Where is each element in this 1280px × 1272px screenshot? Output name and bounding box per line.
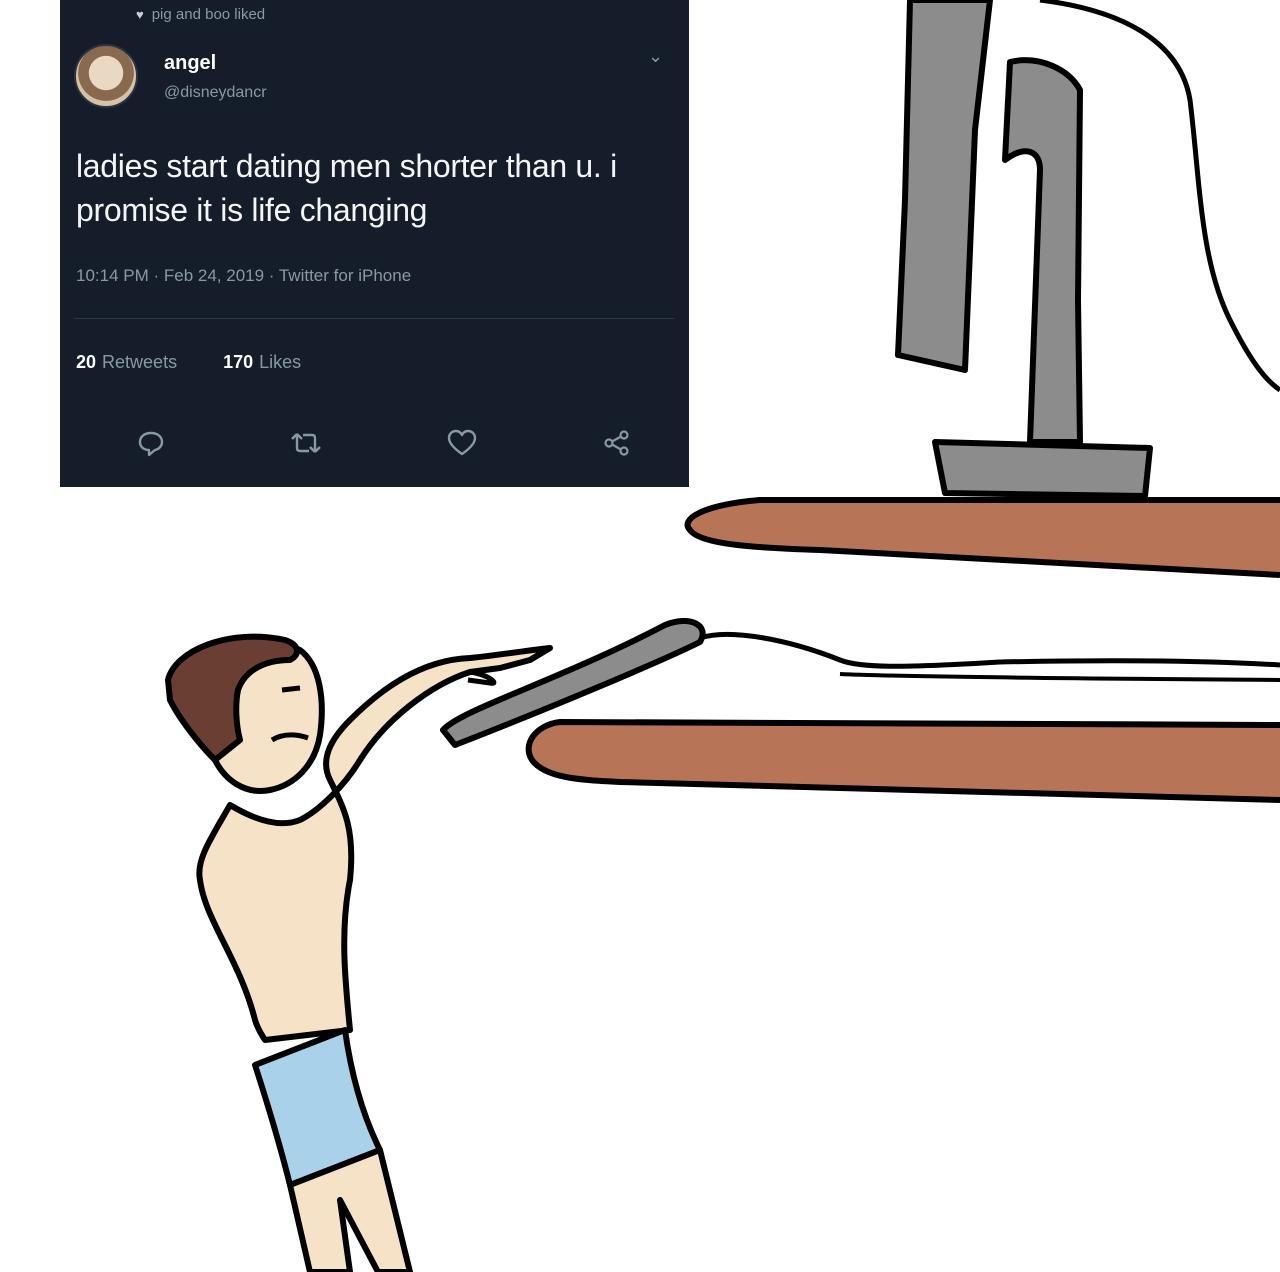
monitor-arm bbox=[1002, 57, 1083, 445]
lower-desk bbox=[525, 719, 1280, 803]
avatar[interactable] bbox=[74, 44, 138, 108]
liked-by-row: ♥ pig and boo liked bbox=[136, 6, 265, 23]
heart-small-icon: ♥ bbox=[136, 7, 144, 22]
share-icon[interactable] bbox=[600, 426, 634, 460]
chevron-down-icon[interactable]: ⌄ bbox=[648, 46, 663, 67]
likes-stat[interactable]: 170 Likes bbox=[223, 352, 301, 373]
likes-label: Likes bbox=[259, 352, 302, 372]
retweets-label: Retweets bbox=[102, 352, 178, 372]
author-name[interactable]: angel bbox=[164, 52, 216, 75]
tweet-actions bbox=[134, 426, 634, 460]
retweets-stat[interactable]: 20 Retweets bbox=[76, 352, 177, 373]
likes-count: 170 bbox=[223, 352, 254, 372]
tweet-timestamp: 10:14 PM · Feb 24, 2019 · Twitter for iP… bbox=[76, 266, 412, 285]
meme-canvas: ♥ pig and boo liked angel @disneydancr ⌄… bbox=[0, 0, 1280, 1272]
author-handle[interactable]: @disneydancr bbox=[164, 84, 267, 102]
upper-desk bbox=[684, 497, 1280, 578]
man-hand bbox=[467, 669, 497, 686]
retweets-count: 20 bbox=[76, 352, 97, 372]
tweet-card: ♥ pig and boo liked angel @disneydancr ⌄… bbox=[60, 0, 689, 487]
tweet-text: ladies start dating men shorter than u. … bbox=[76, 148, 617, 228]
monitor-screen bbox=[895, 0, 993, 373]
monitor-base bbox=[932, 439, 1153, 499]
liked-by-text: pig and boo liked bbox=[151, 6, 266, 23]
keyboard-cable bbox=[699, 631, 1280, 669]
like-icon[interactable] bbox=[445, 426, 479, 460]
retweet-icon[interactable] bbox=[289, 426, 323, 460]
tweet-stats: 20 Retweets 170 Likes bbox=[76, 352, 301, 373]
reply-icon[interactable] bbox=[134, 426, 168, 460]
divider bbox=[74, 318, 674, 319]
